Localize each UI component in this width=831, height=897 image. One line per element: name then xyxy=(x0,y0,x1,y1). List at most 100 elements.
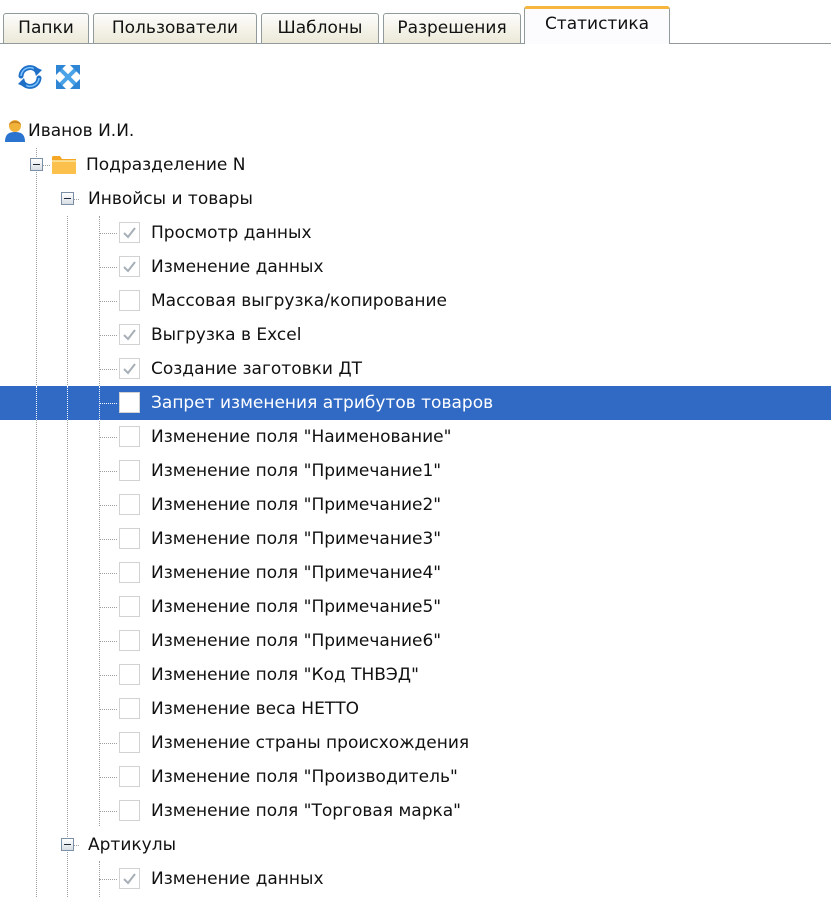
permission-label: Изменение поля "Торговая марка" xyxy=(151,801,461,821)
user-icon xyxy=(5,120,25,142)
tree-item-edit-note2[interactable]: Изменение поля "Примечание2" xyxy=(0,488,831,522)
tree-connector xyxy=(99,471,117,472)
permission-label: Запрет изменения атрибутов товаров xyxy=(151,393,494,413)
check-mark-icon xyxy=(123,227,136,239)
collapse-toggle[interactable] xyxy=(61,838,74,851)
permission-label: Изменение поля "Код ТНВЭД" xyxy=(151,665,419,685)
permission-label: Изменение поля "Примечание5" xyxy=(151,597,442,617)
permission-label: Изменение страны происхождения xyxy=(151,733,470,753)
permission-checkbox[interactable] xyxy=(119,358,140,379)
tree-connector xyxy=(99,369,117,370)
check-mark-icon xyxy=(123,363,136,375)
permission-checkbox[interactable] xyxy=(119,664,140,685)
group-label: Инвойсы и товары xyxy=(88,189,253,209)
tree-connector xyxy=(99,675,117,676)
permission-label: Изменение веса НЕТТО xyxy=(151,699,359,719)
tree-node-user[interactable]: Иванов И.И. xyxy=(0,114,831,148)
permission-label: Изменение поля "Наименование" xyxy=(151,427,452,447)
permission-label: Изменение поля "Примечание6" xyxy=(151,631,442,651)
permission-checkbox[interactable] xyxy=(119,426,140,447)
tree-item-edit-origin-country[interactable]: Изменение страны происхождения xyxy=(0,726,831,760)
permission-label: Изменение данных xyxy=(151,869,324,889)
tree-item-edit-data[interactable]: Изменение данных xyxy=(0,250,831,284)
permission-checkbox[interactable] xyxy=(119,630,140,651)
permission-label: Изменение поля "Примечание3" xyxy=(151,529,442,549)
permission-label: Изменение поля "Примечание2" xyxy=(151,495,442,515)
tree-item-edit-note3[interactable]: Изменение поля "Примечание3" xyxy=(0,522,831,556)
permission-checkbox[interactable] xyxy=(119,256,140,277)
tree-node-group-articles[interactable]: Артикулы xyxy=(0,828,831,862)
permission-checkbox[interactable] xyxy=(119,766,140,787)
permission-checkbox[interactable] xyxy=(119,596,140,617)
user-label: Иванов И.И. xyxy=(28,121,135,141)
tree-connector xyxy=(99,267,117,268)
permission-checkbox[interactable] xyxy=(119,562,140,583)
tree-item-edit-note5[interactable]: Изменение поля "Примечание5" xyxy=(0,590,831,624)
tree-connector xyxy=(99,539,117,540)
permission-checkbox[interactable] xyxy=(119,732,140,753)
tree-connector xyxy=(99,301,117,302)
tree-connector xyxy=(99,233,117,234)
tree-item-edit-note1[interactable]: Изменение поля "Примечание1" xyxy=(0,454,831,488)
tab-users[interactable]: Пользователи xyxy=(93,13,257,43)
tree-item-deny-attribute-edit[interactable]: Запрет изменения атрибутов товаров xyxy=(0,386,831,420)
tree-item-edit-name[interactable]: Изменение поля "Наименование" xyxy=(0,420,831,454)
tree-connector xyxy=(99,437,117,438)
check-mark-icon xyxy=(123,329,136,341)
tree-item-bulk-export[interactable]: Массовая выгрузка/копирование xyxy=(0,284,831,318)
tree-item-view-data[interactable]: Просмотр данных xyxy=(0,216,831,250)
tree-item-edit-note4[interactable]: Изменение поля "Примечание4" xyxy=(0,556,831,590)
tree-connector xyxy=(99,573,117,574)
tree-item-edit-trademark[interactable]: Изменение поля "Торговая марка" xyxy=(0,794,831,828)
tab-templates[interactable]: Шаблоны xyxy=(261,13,379,43)
tab-folders[interactable]: Папки xyxy=(3,13,89,43)
tree-connector xyxy=(99,879,117,880)
tree-node-group-invoices[interactable]: Инвойсы и товары xyxy=(0,182,831,216)
permission-label: Массовая выгрузка/копирование xyxy=(151,291,448,311)
permission-label: Изменение поля "Примечание4" xyxy=(151,563,442,583)
tree-connector xyxy=(99,505,117,506)
permission-checkbox[interactable] xyxy=(119,460,140,481)
permission-checkbox[interactable] xyxy=(119,494,140,515)
tree-item-edit-hs-code[interactable]: Изменение поля "Код ТНВЭД" xyxy=(0,658,831,692)
tab-permissions[interactable]: Разрешения xyxy=(383,13,521,43)
tree-item-export-excel[interactable]: Выгрузка в Excel xyxy=(0,318,831,352)
expand-all-button[interactable] xyxy=(55,64,81,90)
tree-item-articles-edit-data[interactable]: Изменение данных xyxy=(0,862,831,896)
permission-checkbox[interactable] xyxy=(119,392,140,413)
tree-guide-line xyxy=(36,386,37,420)
tree-node-department[interactable]: Подразделение N xyxy=(0,148,831,182)
tree-connector xyxy=(99,709,117,710)
expand-icon xyxy=(56,65,80,89)
tab-statistics[interactable]: Статистика xyxy=(524,6,670,44)
tree-item-edit-note6[interactable]: Изменение поля "Примечание6" xyxy=(0,624,831,658)
collapse-toggle[interactable] xyxy=(61,192,74,205)
tree-connector xyxy=(99,607,117,608)
tree-connector xyxy=(99,811,117,812)
refresh-button[interactable] xyxy=(17,64,43,90)
collapse-toggle[interactable] xyxy=(30,158,43,171)
permission-checkbox[interactable] xyxy=(119,290,140,311)
permission-label: Просмотр данных xyxy=(151,223,312,243)
check-mark-icon xyxy=(123,873,136,885)
tree-item-edit-manufacturer[interactable]: Изменение поля "Производитель" xyxy=(0,760,831,794)
permissions-window: Папки Пользователи Шаблоны Разрешения Ст… xyxy=(0,0,831,897)
permission-checkbox[interactable] xyxy=(119,800,140,821)
tree-connector xyxy=(99,641,117,642)
refresh-icon xyxy=(18,65,42,89)
tree-guide-line xyxy=(67,386,68,420)
permission-checkbox[interactable] xyxy=(119,868,140,889)
tree-item-edit-net-weight[interactable]: Изменение веса НЕТТО xyxy=(0,692,831,726)
permission-label: Создание заготовки ДТ xyxy=(151,359,363,379)
permission-checkbox[interactable] xyxy=(119,528,140,549)
permission-checkbox[interactable] xyxy=(119,698,140,719)
permission-checkbox[interactable] xyxy=(119,222,140,243)
tree-connector xyxy=(99,335,117,336)
permission-label: Изменение данных xyxy=(151,257,324,277)
tree-connector xyxy=(99,777,117,778)
tab-bar: Папки Пользователи Шаблоны Разрешения Ст… xyxy=(0,0,831,44)
tab-bar-divider xyxy=(0,43,831,44)
tree-item-create-draft[interactable]: Создание заготовки ДТ xyxy=(0,352,831,386)
permissions-tree: Иванов И.И. Подразделение N Инвойсы и то… xyxy=(0,114,831,897)
permission-checkbox[interactable] xyxy=(119,324,140,345)
